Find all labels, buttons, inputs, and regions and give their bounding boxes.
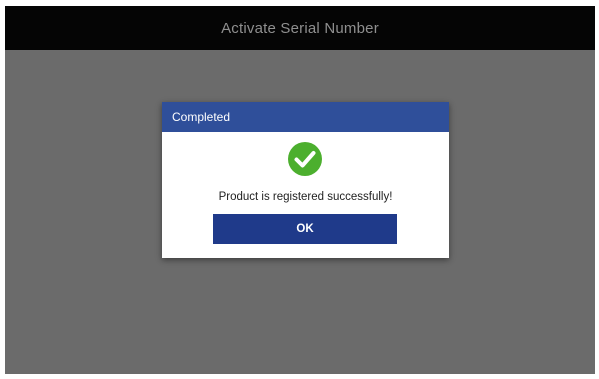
title-bar: Activate Serial Number — [5, 6, 595, 50]
checkmark-circle-icon — [287, 141, 323, 177]
dialog-header: Completed — [162, 102, 449, 132]
success-message: Product is registered successfully! — [218, 191, 393, 203]
ok-button[interactable]: OK — [213, 214, 397, 244]
app-screen: Activate Serial Number Completed Product… — [5, 6, 595, 374]
completion-dialog: Completed Product is registered successf… — [162, 102, 449, 258]
window-title: Activate Serial Number — [221, 19, 379, 37]
dialog-title: Completed — [172, 110, 231, 124]
